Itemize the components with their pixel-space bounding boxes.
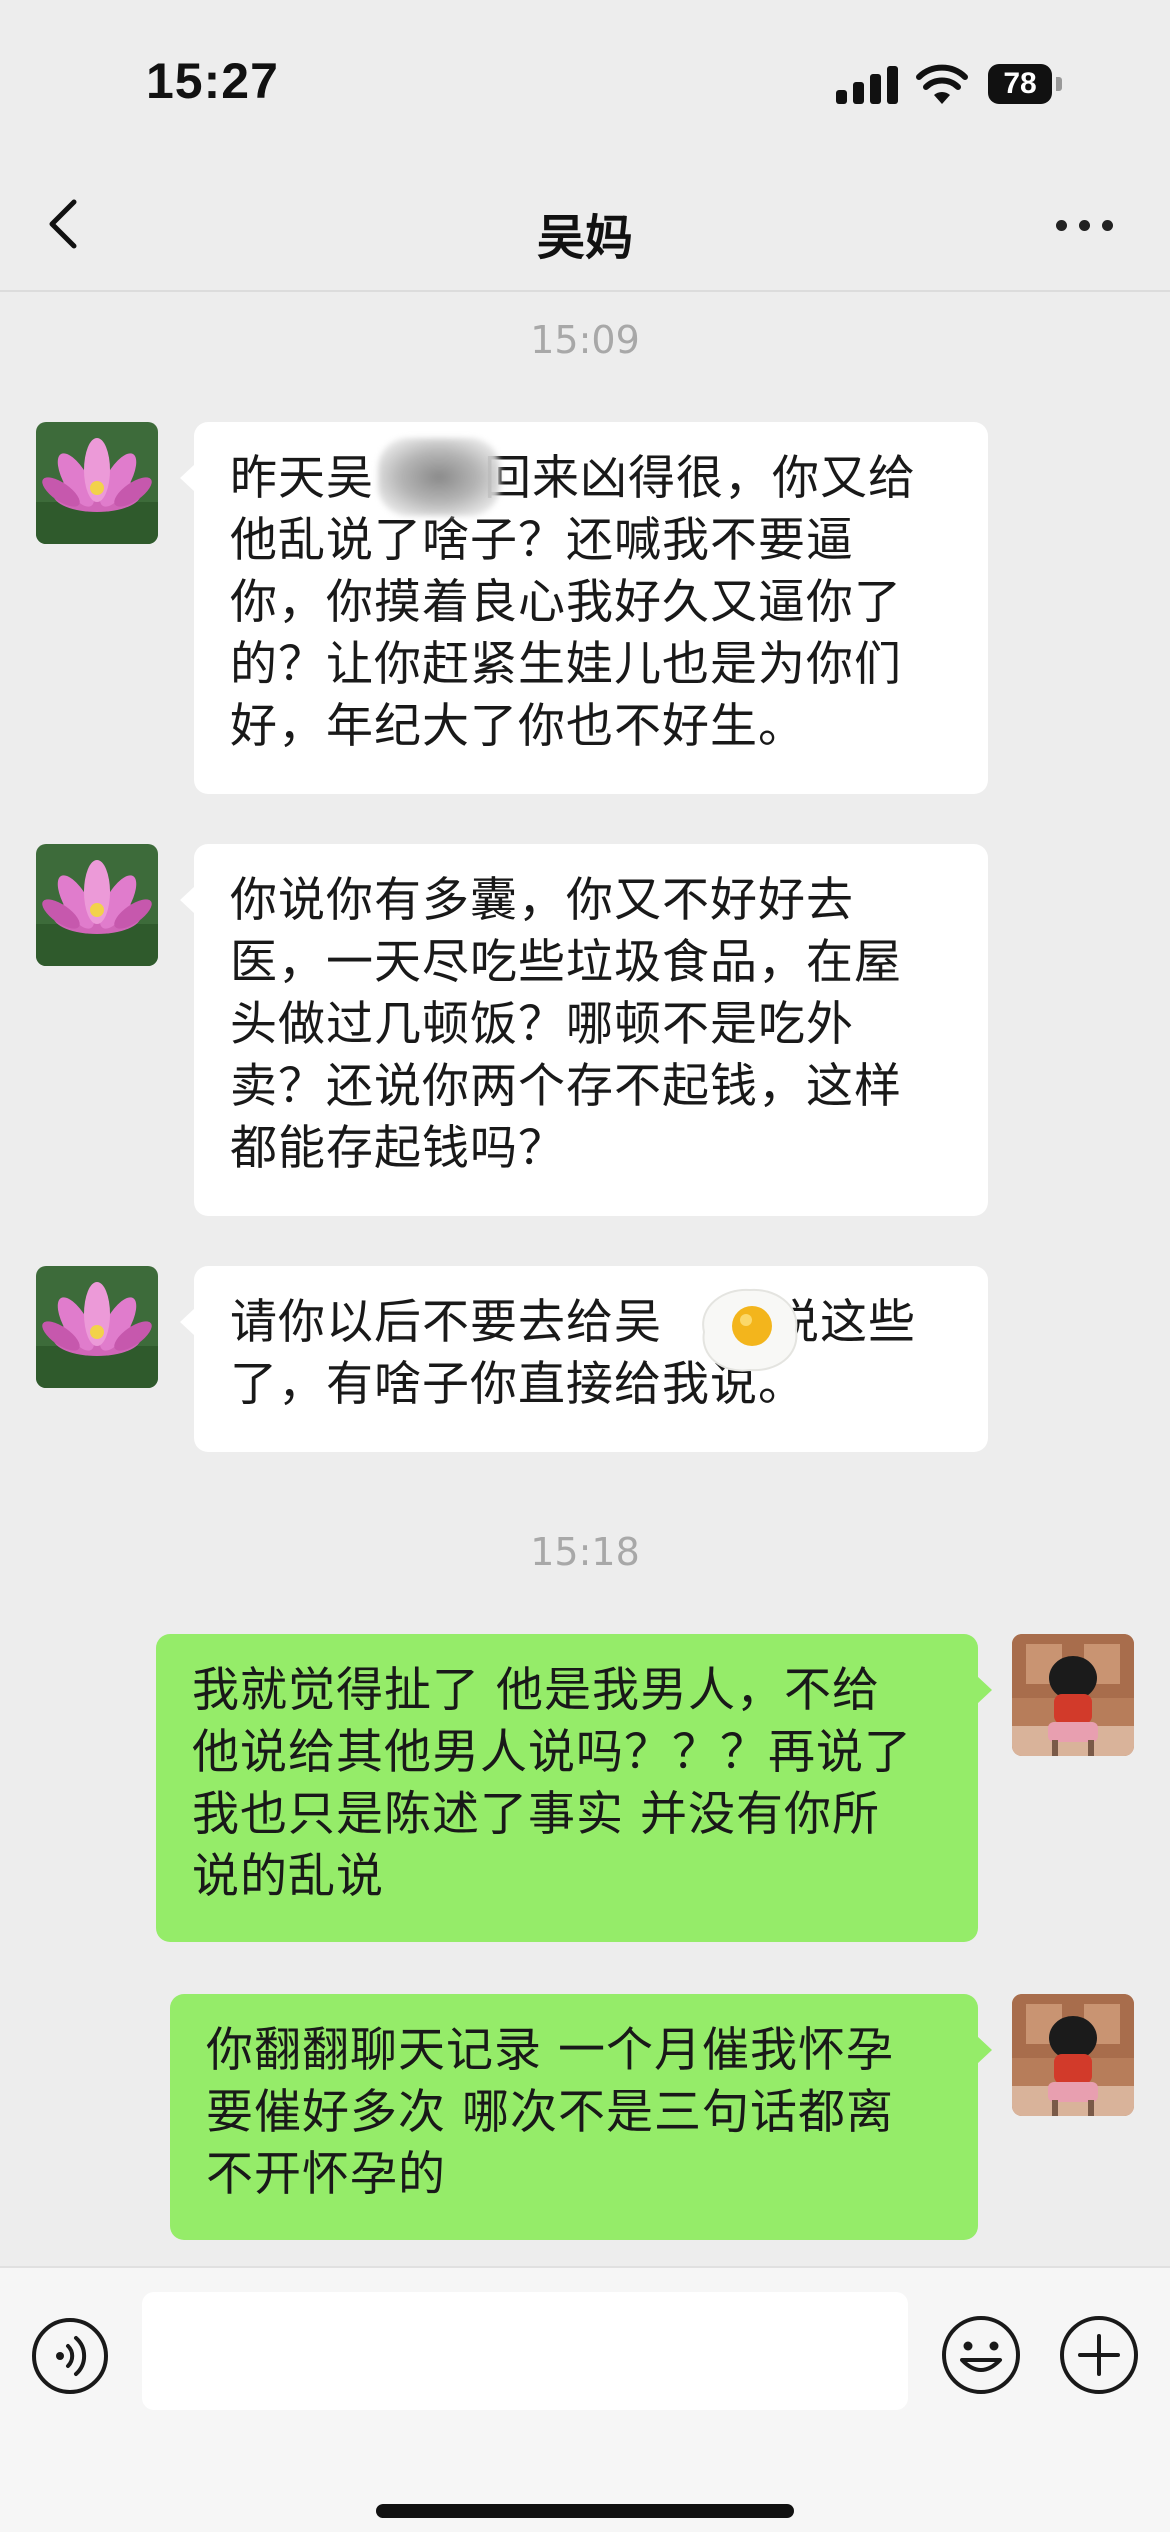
- emoji-icon[interactable]: [940, 2314, 1022, 2396]
- contact-avatar[interactable]: [36, 1266, 158, 1388]
- message-text: 我也只是陈述了事实 并没有你所: [192, 1787, 880, 1842]
- message-text: 他乱说了啥子？还喊我不要逼: [230, 513, 854, 568]
- message-timestamp: 15:18: [530, 1530, 640, 1574]
- message-text: 你翻翻聊天记录 一个月催我怀孕: [206, 2023, 894, 2078]
- bubble-tail: [977, 2036, 992, 2064]
- plus-icon[interactable]: [1058, 2314, 1140, 2396]
- more-dots-icon[interactable]: [1056, 220, 1114, 232]
- battery-icon: 78: [988, 64, 1052, 104]
- message-text: 我就觉得扯了 他是我男人，不给: [192, 1663, 880, 1718]
- lotus-avatar-image: [36, 422, 158, 544]
- status-bar: 15:27 78: [0, 0, 1170, 170]
- chat-header: 吴妈: [0, 170, 1170, 292]
- message-text: 的？让你赶紧生娃儿也是为你们: [230, 637, 902, 692]
- message-text: 卖？还说你两个存不起钱，这样: [230, 1059, 902, 1114]
- message-text: 昨天吴: [230, 451, 374, 506]
- incoming-message-bubble[interactable]: 你说你有多囊，你又不好好去 医，一天尽吃些垃圾食品，在屋 头做过几顿饭？哪顿不是…: [180, 844, 988, 1216]
- message-text: 医，一天尽吃些垃圾食品，在屋: [230, 935, 902, 990]
- battery-cap: [1056, 77, 1062, 91]
- message-text: 都能存起钱吗？: [230, 1121, 566, 1176]
- egg-sticker-icon: [702, 1288, 798, 1372]
- message-text: 请你以后不要去给吴: [230, 1295, 662, 1350]
- message-text: 回来凶得很，你又给: [484, 451, 916, 506]
- status-time: 15:27: [146, 53, 279, 109]
- outgoing-message-bubble[interactable]: 你翻翻聊天记录 一个月催我怀孕 要催好多次 哪次不是三句话都离 不开怀孕的: [170, 1994, 992, 2240]
- lotus-avatar-image: [36, 1266, 158, 1388]
- message-text: 不开怀孕的: [206, 2147, 446, 2202]
- home-indicator[interactable]: [376, 2504, 794, 2518]
- my-avatar[interactable]: [1012, 1634, 1134, 1756]
- incoming-message-bubble[interactable]: 昨天吴 回来凶得很，你又给 他乱说了啥子？还喊我不要逼 你，你摸着良心我好久又逼你…: [180, 422, 988, 794]
- message-text: 要催好多次 哪次不是三句话都离: [206, 2085, 894, 2140]
- message-text: 说的乱说: [192, 1849, 384, 1904]
- bubble-tail: [180, 1308, 195, 1336]
- incoming-message-bubble[interactable]: 请你以后不要去给吴 说这些 了，有啥子你直接给我说。: [180, 1266, 988, 1452]
- contact-avatar[interactable]: [36, 844, 158, 966]
- blurred-name-mask: [378, 438, 500, 516]
- chat-title: 吴妈: [536, 210, 633, 266]
- bubble-tail: [180, 886, 195, 914]
- lotus-avatar-image: [36, 844, 158, 966]
- battery-level: 78: [1003, 67, 1037, 100]
- cellular-signal-icon: [836, 62, 900, 108]
- outgoing-message-bubble[interactable]: 我就觉得扯了 他是我男人，不给 他说给其他男人说吗？？？再说了 我也只是陈述了事…: [156, 1634, 992, 1942]
- message-text: 了，有啥子你直接给我说。: [230, 1357, 806, 1412]
- message-text: 你，你摸着良心我好久又逼你了: [230, 575, 902, 630]
- contact-avatar[interactable]: [36, 422, 158, 544]
- message-text: 你说你有多囊，你又不好好去: [230, 873, 854, 928]
- message-text: 头做过几顿饭？哪顿不是吃外: [230, 997, 854, 1052]
- voice-icon[interactable]: [30, 2316, 110, 2396]
- message-text: 他说给其他男人说吗？？？再说了: [192, 1725, 912, 1780]
- chat-input-bar: [0, 2266, 1170, 2532]
- bubble-tail: [180, 464, 195, 492]
- message-timestamp: 15:09: [530, 318, 640, 362]
- bubble-tail: [977, 1676, 992, 1704]
- my-avatar[interactable]: [1012, 1994, 1134, 2116]
- message-input[interactable]: [142, 2292, 908, 2410]
- cartoon-avatar-image: [1012, 1634, 1134, 1756]
- cartoon-avatar-image: [1012, 1994, 1134, 2116]
- wifi-icon: [916, 64, 968, 104]
- message-text: 好，年纪大了你也不好生。: [230, 699, 806, 754]
